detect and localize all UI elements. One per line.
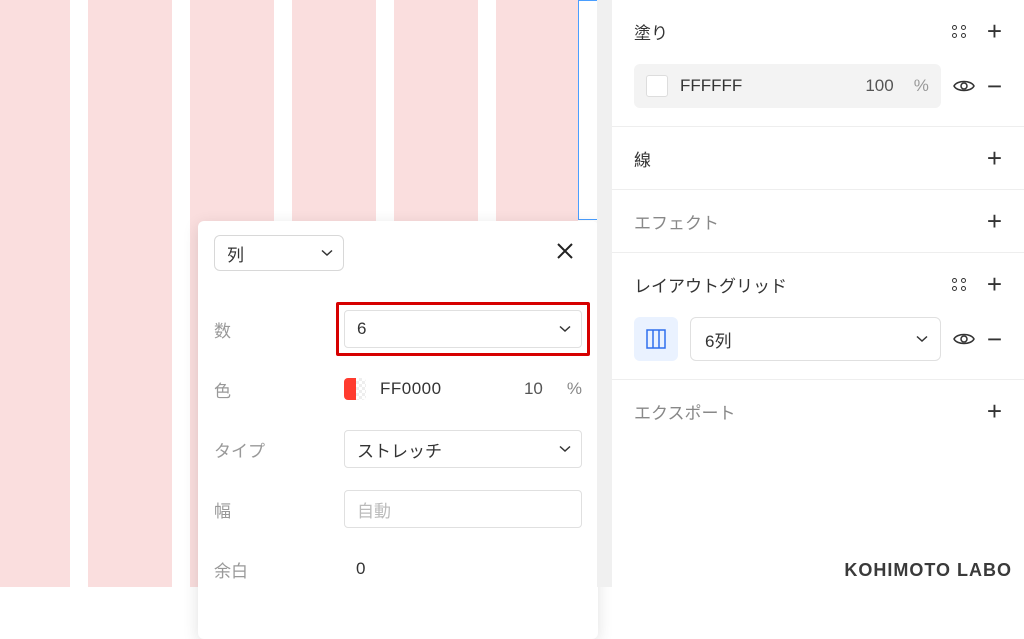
- effects-section: エフェクト +: [612, 190, 1024, 253]
- type-value: ストレッチ: [357, 437, 442, 462]
- fill-hex[interactable]: FFFFFF: [680, 76, 853, 96]
- fill-section: 塗り + FFFFFF 100 % −: [612, 0, 1024, 127]
- color-opacity[interactable]: 10: [524, 379, 543, 399]
- chevron-down-icon: [321, 249, 333, 257]
- remove-grid-button[interactable]: −: [987, 326, 1002, 352]
- percent-label: %: [567, 379, 582, 399]
- count-label: 数: [214, 317, 344, 342]
- stroke-section: 線 +: [612, 127, 1024, 190]
- export-section: エクスポート +: [612, 380, 1024, 442]
- fill-swatch[interactable]: [646, 75, 668, 97]
- grid-value: 6列: [705, 327, 731, 352]
- chevron-down-icon: [559, 445, 571, 453]
- add-fill-button[interactable]: +: [987, 18, 1002, 44]
- grid-type-button[interactable]: [634, 317, 678, 361]
- grid-select[interactable]: 6列: [690, 317, 941, 361]
- layout-grid-section: レイアウトグリッド + 6列: [612, 253, 1024, 380]
- gutter-value: 0: [356, 559, 365, 579]
- color-hex[interactable]: FF0000: [380, 379, 442, 399]
- visibility-toggle[interactable]: [953, 331, 975, 347]
- effects-title: エフェクト: [634, 209, 719, 234]
- layout-type-value: 列: [227, 241, 244, 266]
- grid-column: [0, 0, 70, 587]
- close-button[interactable]: [548, 236, 582, 270]
- add-grid-button[interactable]: +: [987, 271, 1002, 297]
- properties-panel: 塗り + FFFFFF 100 % − 線 +: [611, 0, 1024, 587]
- fill-opacity[interactable]: 100: [865, 76, 893, 96]
- add-effect-button[interactable]: +: [987, 208, 1002, 234]
- styles-icon[interactable]: [952, 25, 967, 38]
- layout-grid-popup: 列 数 6 色 FF0000 10 %: [198, 221, 598, 639]
- grid-column: [88, 0, 172, 587]
- fill-title: 塗り: [634, 19, 668, 44]
- stroke-title: 線: [634, 146, 651, 171]
- type-select[interactable]: ストレッチ: [344, 430, 582, 468]
- color-swatch[interactable]: [344, 378, 366, 400]
- width-input[interactable]: 自動: [344, 490, 582, 528]
- chevron-down-icon: [559, 325, 571, 333]
- visibility-toggle[interactable]: [953, 78, 975, 94]
- color-label: 色: [214, 377, 344, 402]
- gutter-input[interactable]: 0: [344, 550, 464, 588]
- watermark: KOHIMOTO LABO: [844, 560, 1012, 581]
- styles-icon[interactable]: [952, 278, 967, 291]
- type-label: タイプ: [214, 437, 344, 462]
- chevron-down-icon: [916, 335, 928, 343]
- add-stroke-button[interactable]: +: [987, 145, 1002, 171]
- width-placeholder: 自動: [357, 497, 391, 522]
- selection-indicator: [578, 0, 598, 220]
- count-value: 6: [357, 319, 366, 339]
- add-export-button[interactable]: +: [987, 398, 1002, 424]
- width-label: 幅: [214, 497, 344, 522]
- grid-title: レイアウトグリッド: [634, 272, 787, 297]
- remove-fill-button[interactable]: −: [987, 73, 1002, 99]
- count-input[interactable]: 6: [344, 310, 582, 348]
- fill-item[interactable]: FFFFFF 100 %: [634, 64, 941, 108]
- gutter-label: 余白: [214, 557, 344, 582]
- percent-label: %: [914, 76, 929, 96]
- export-title: エクスポート: [634, 399, 736, 424]
- layout-type-select[interactable]: 列: [214, 235, 344, 271]
